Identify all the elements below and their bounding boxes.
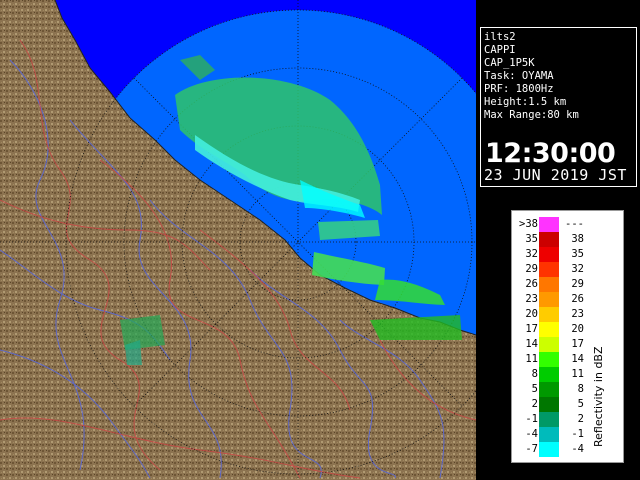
info-line-max-range: Max Range:80 km: [484, 109, 579, 121]
legend-swatch: [539, 247, 559, 262]
reflectivity-legend: Reflectivity in dBZ >38 --- 35 38 32 35 29 32 26…: [511, 210, 624, 463]
legend-low-label: -1: [525, 413, 538, 425]
info-line-task: Task: OYAMA: [484, 70, 554, 82]
legend-high-label: 17: [571, 338, 584, 350]
legend-high-label: 38: [571, 233, 584, 245]
legend-high-label: ---: [565, 218, 584, 230]
legend-high-label: 20: [571, 323, 584, 335]
info-line-station: ilts2: [484, 31, 516, 43]
legend-low-label: 29: [525, 263, 538, 275]
legend-low-label: 23: [525, 293, 538, 305]
observation-date: 23 JUN 2019 JST: [484, 166, 627, 184]
legend-high-label: 35: [571, 248, 584, 260]
legend-high-label: 5: [577, 398, 584, 410]
legend-high-label: -1: [571, 428, 584, 440]
legend-swatch: [539, 397, 559, 412]
legend-swatch: [539, 367, 559, 382]
legend-low-label: -7: [525, 443, 538, 455]
legend-low-label: 8: [531, 368, 538, 380]
legend-swatch: [539, 292, 559, 307]
legend-low-label: 14: [525, 338, 538, 350]
legend-high-label: 32: [571, 263, 584, 275]
legend-swatch: [539, 352, 559, 367]
info-line-height: Height:1.5 km: [484, 96, 567, 108]
legend-high-label: 29: [571, 278, 584, 290]
radar-display: { "info": { "lines": ["ilts2", "CAPPI", …: [0, 0, 640, 480]
legend-swatch: [539, 442, 559, 457]
legend-low-label: 11: [525, 353, 538, 365]
info-line-product-code: CAP_1P5K: [484, 57, 535, 69]
legend-low-label: 5: [531, 383, 538, 395]
legend-swatch: [539, 277, 559, 292]
legend-swatch: [539, 217, 559, 232]
legend-high-label: 8: [577, 383, 584, 395]
legend-low-label: >38: [519, 218, 538, 230]
legend-low-label: 32: [525, 248, 538, 260]
info-line-product: CAPPI: [484, 44, 516, 56]
legend-high-label: 2: [577, 413, 584, 425]
legend-swatch: [539, 262, 559, 277]
legend-swatch: [539, 232, 559, 247]
legend-low-label: 17: [525, 323, 538, 335]
legend-swatch: [539, 322, 559, 337]
observation-time: 12:30:00: [485, 138, 616, 169]
legend-swatch: [539, 307, 559, 322]
legend-unit-label: Reflectivity in dBZ: [592, 346, 605, 447]
radar-map: [0, 0, 476, 480]
legend-swatch: [539, 337, 559, 352]
legend-swatch: [539, 412, 559, 427]
legend-low-label: 35: [525, 233, 538, 245]
info-panel: ilts2 CAPPI CAP_1P5K Task: OYAMA PRF: 18…: [480, 27, 637, 187]
legend-swatch: [539, 382, 559, 397]
legend-high-label: 23: [571, 308, 584, 320]
legend-high-label: 26: [571, 293, 584, 305]
legend-low-label: 2: [531, 398, 538, 410]
legend-high-label: 11: [571, 368, 584, 380]
legend-high-label: 14: [571, 353, 584, 365]
info-line-prf: PRF: 1800Hz: [484, 83, 554, 95]
legend-low-label: 20: [525, 308, 538, 320]
legend-low-label: -4: [525, 428, 538, 440]
legend-swatch: [539, 427, 559, 442]
legend-high-label: -4: [571, 443, 584, 455]
legend-low-label: 26: [525, 278, 538, 290]
